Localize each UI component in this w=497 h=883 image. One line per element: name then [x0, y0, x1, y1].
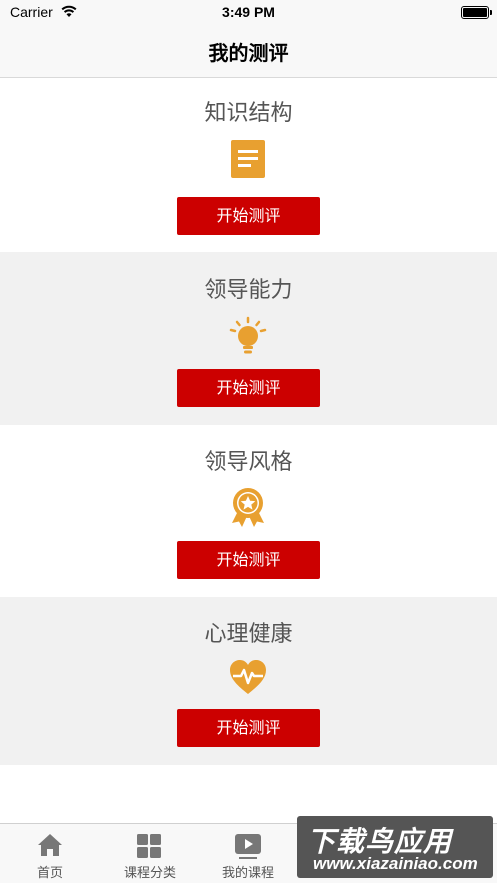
award-badge-icon — [232, 488, 264, 527]
video-play-icon — [235, 834, 261, 859]
start-assessment-button[interactable]: 开始测评 — [177, 541, 320, 579]
watermark-logo: 下载鸟应用 www.xiazainiao.com — [297, 816, 493, 878]
home-icon — [38, 834, 62, 856]
tab-label: 我的课程 — [221, 866, 274, 881]
section-knowledge-structure: 知识结构 开始测评 — [0, 79, 497, 252]
nav-bar: 我的测评 — [0, 26, 497, 78]
section-title: 领导能力 — [204, 278, 293, 303]
section-leadership-style: 领导风格 开始测评 — [0, 425, 497, 597]
section-leadership-ability: 领导能力 开始测评 — [0, 252, 497, 425]
grid-icon — [137, 834, 161, 858]
tab-label: 课程分类 — [123, 866, 176, 881]
section-title: 知识结构 — [204, 101, 293, 126]
document-icon — [231, 140, 265, 178]
section-title: 领导风格 — [204, 450, 293, 475]
tab-my-courses[interactable]: 我的课程 — [198, 824, 298, 883]
heart-pulse-icon — [230, 660, 266, 694]
start-assessment-button[interactable]: 开始测评 — [177, 709, 320, 747]
status-time: 3:49 PM — [222, 4, 275, 20]
section-title: 心理健康 — [204, 622, 293, 647]
status-bar: Carrier 3:49 PM — [0, 0, 497, 26]
tab-label: 首页 — [36, 866, 63, 881]
tab-course-categories[interactable]: 课程分类 — [100, 824, 200, 883]
page-title: 我的测评 — [208, 41, 289, 65]
tab-home[interactable]: 首页 — [0, 824, 100, 883]
battery-icon — [461, 6, 492, 19]
watermark-url: www.xiazainiao.com — [313, 854, 478, 873]
start-assessment-button[interactable]: 开始测评 — [177, 369, 320, 407]
lightbulb-icon — [229, 316, 267, 354]
section-mental-health: 心理健康 开始测评 — [0, 597, 497, 765]
start-assessment-button[interactable]: 开始测评 — [177, 197, 320, 235]
